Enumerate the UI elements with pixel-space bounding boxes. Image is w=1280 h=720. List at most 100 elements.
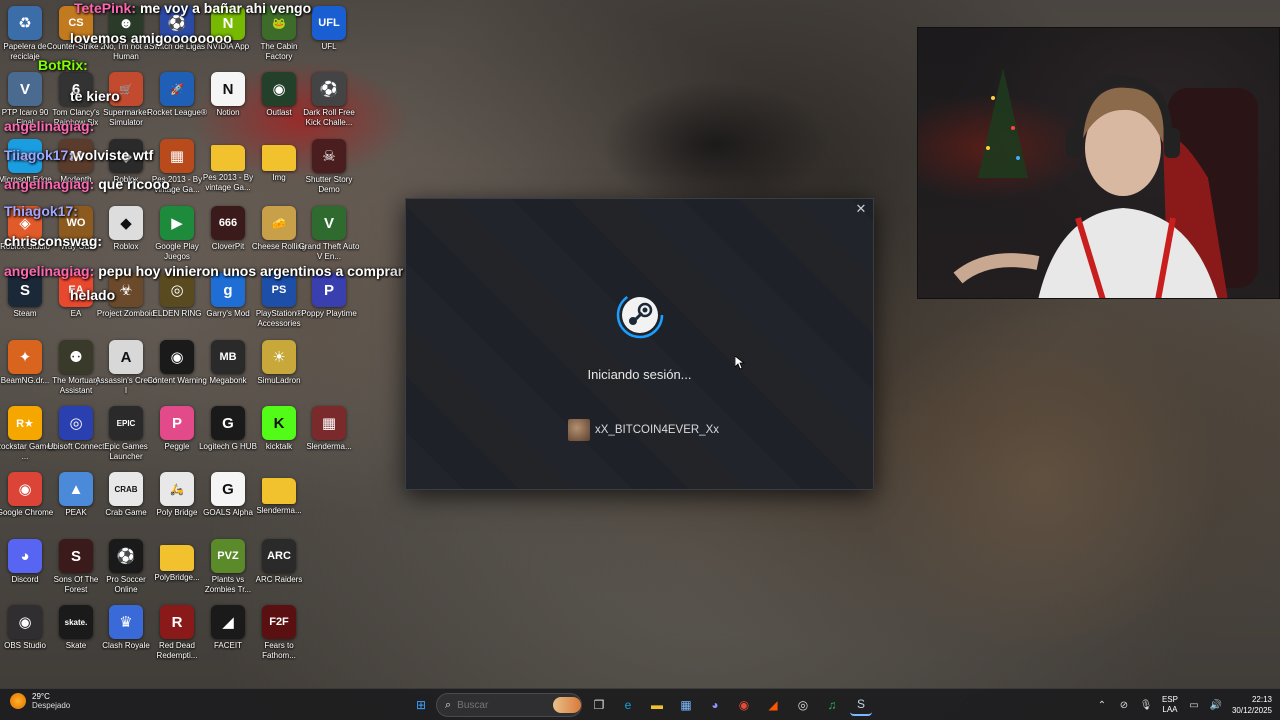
- assassins-creed-icon: A: [109, 340, 143, 374]
- desktop-icon-label: Fears to Fathom...: [262, 641, 296, 660]
- desktop-icon[interactable]: ☠ Shutter Story Demo: [299, 139, 359, 201]
- logitech-icon: G: [211, 406, 245, 440]
- chat-message: angelinagiag: que ricooo: [4, 176, 170, 192]
- chat-username: Thiagok17:: [4, 203, 78, 219]
- account-avatar: [568, 419, 590, 441]
- weather-icon: [10, 693, 26, 709]
- desktop-icon[interactable]: ▦ Slenderma...: [299, 406, 359, 468]
- chat-message: chrisconswag:: [4, 233, 106, 249]
- peggle-icon: P: [160, 406, 194, 440]
- gta-v-icon: V: [312, 206, 346, 240]
- keyboard-layout: LAA: [1162, 705, 1178, 714]
- chat-text: pepu hoy vinieron unos argentinos a comp…: [98, 263, 404, 279]
- desktop-icon[interactable]: ☀ SimuLadron: [249, 340, 309, 402]
- chat-username: BotRix:: [38, 57, 88, 73]
- kicktalk-icon: K: [262, 406, 296, 440]
- folder-icon: [262, 145, 296, 171]
- chat-username: chrisconswag:: [4, 233, 103, 249]
- peak-icon: ▲: [59, 472, 93, 506]
- language-code: ESP: [1161, 695, 1178, 704]
- network-off-icon[interactable]: ⊘: [1118, 699, 1130, 711]
- system-tray: ⌃ ⊘ 🎙 ESP LAA ▭ 🔊 22:13 30/12/2025: [1096, 689, 1272, 720]
- google-play-games-icon: ▶: [160, 206, 194, 240]
- sons-forest-icon: S: [59, 539, 93, 573]
- chat-username: TetePink:: [74, 0, 136, 16]
- outlast-icon: ◉: [262, 72, 296, 106]
- desktop-icon[interactable]: V Grand Theft Auto V En...: [299, 206, 359, 268]
- microphone-icon[interactable]: 🎙: [1140, 699, 1153, 711]
- ptp-icaro-icon: V: [8, 72, 42, 106]
- account-name: xX_BITCOIN4EVER_Xx: [595, 424, 719, 436]
- task-view-button[interactable]: ❐: [588, 694, 610, 716]
- discord-taskbar-icon[interactable]: ◕: [704, 694, 726, 716]
- search-input[interactable]: [457, 699, 548, 711]
- chat-message: lovemos amigoooooooo: [66, 30, 232, 46]
- chat-text: me voy a bañar ahi vengo: [139, 0, 312, 16]
- obs-icon: ◉: [8, 605, 42, 639]
- desktop-icon-label: ARC Raiders: [255, 575, 303, 584]
- close-button[interactable]: ✕: [853, 201, 869, 217]
- pro-soccer-icon: ⚽: [109, 539, 143, 573]
- desktop-icon[interactable]: ⚽ Dark Roll Free Kick Challe...: [299, 72, 359, 134]
- monitor-icon[interactable]: ▭: [1188, 699, 1200, 711]
- faceit-icon: ◢: [211, 605, 245, 639]
- clock-time: 22:13: [1251, 695, 1272, 704]
- search-highlight-icon: [553, 697, 581, 713]
- chat-message: TetePink: me voy a bañar ahi vengo: [74, 0, 311, 16]
- chat-message: Thiagok17:: [4, 203, 82, 219]
- desktop-icon-label: Poppy Playtime: [301, 309, 357, 318]
- signin-status-text: Iniciando sesión...: [587, 367, 692, 382]
- megabonk-icon: MB: [211, 340, 245, 374]
- red-dead-icon: R: [160, 605, 194, 639]
- weather-temperature: 29°C: [32, 692, 50, 701]
- edge-taskbar-icon[interactable]: e: [617, 694, 639, 716]
- obs-taskbar-icon[interactable]: ◎: [792, 694, 814, 716]
- weather-description: Despejado: [32, 701, 71, 710]
- roblox-icon: ◆: [109, 206, 143, 240]
- cloverpit-icon: 666: [211, 206, 245, 240]
- spotify-taskbar-icon[interactable]: ♫: [821, 694, 843, 716]
- folder-icon: [160, 545, 194, 571]
- chat-text: helado: [70, 287, 116, 303]
- beamng-icon: ✦: [8, 340, 42, 374]
- desktop-icon[interactable]: P Poppy Playtime: [299, 273, 359, 335]
- ufl-icon: UFL: [312, 6, 346, 40]
- search-icon: ⌕: [445, 698, 452, 711]
- clock[interactable]: 22:13 30/12/2025: [1232, 694, 1272, 716]
- rocket-league-icon: 🚀: [160, 72, 194, 106]
- chrome-taskbar-icon[interactable]: ◉: [733, 694, 755, 716]
- recycle-bin-icon: ♻: [8, 6, 42, 40]
- pes-2013-icon: ▦: [160, 139, 194, 173]
- volume-icon[interactable]: 🔊: [1210, 699, 1222, 711]
- shutter-story-icon: ☠: [312, 139, 346, 173]
- chat-text: que ricooo: [98, 176, 170, 192]
- file-explorer-taskbar-icon[interactable]: ▬: [646, 694, 668, 716]
- chat-username: Tiiagok17:: [4, 147, 73, 163]
- store-taskbar-icon[interactable]: ▦: [675, 694, 697, 716]
- clash-royale-icon: ♛: [109, 605, 143, 639]
- desktop-icon[interactable]: ARC ARC Raiders: [249, 539, 309, 601]
- chevron-up-icon[interactable]: ⌃: [1096, 699, 1108, 711]
- wallpaper-wolf-right: [860, 300, 1220, 660]
- slenderman-icon: ▦: [312, 406, 346, 440]
- search-box[interactable]: ⌕: [436, 693, 582, 717]
- desktop-icon[interactable]: F2F Fears to Fathom...: [249, 605, 309, 667]
- content-warning-icon: ◉: [160, 340, 194, 374]
- desktop-icon-label: Shutter Story Demo: [305, 175, 353, 194]
- chrome-icon: ◉: [8, 472, 42, 506]
- desktop-icon[interactable]: Slenderma...: [249, 472, 309, 534]
- chat-message: angelinagiag:: [4, 118, 98, 134]
- chat-username: angelinagiag:: [4, 176, 95, 192]
- chat-message: te kiero: [66, 88, 120, 104]
- steam-logo-icon: [616, 291, 664, 339]
- fears-to-fathom-icon: F2F: [262, 605, 296, 639]
- notion-icon: N: [211, 72, 245, 106]
- steam-taskbar-icon[interactable]: S: [850, 694, 872, 716]
- faceit-taskbar-icon[interactable]: ◢: [762, 694, 784, 716]
- folder-icon: [262, 478, 296, 504]
- language-indicator[interactable]: ESP LAA: [1162, 695, 1178, 715]
- weather-widget[interactable]: 29°C Despejado: [10, 692, 70, 710]
- chat-text: lovemos amigoooooooo: [70, 30, 232, 46]
- start-button[interactable]: ⊞: [410, 694, 432, 716]
- arc-raiders-icon: ARC: [262, 539, 296, 573]
